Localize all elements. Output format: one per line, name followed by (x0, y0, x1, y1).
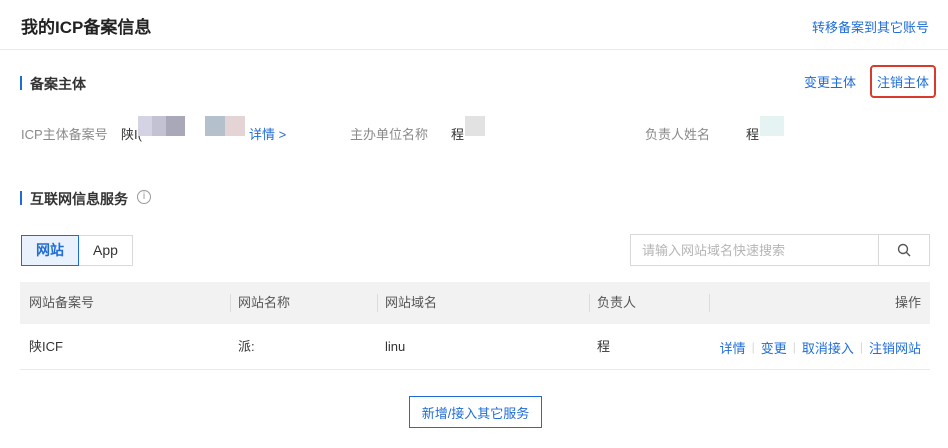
column-divider (377, 294, 378, 312)
transfer-account-link[interactable]: 转移备案到其它账号 (812, 17, 929, 36)
redacted-mosaic (138, 116, 245, 136)
icp-detail-link[interactable]: 详情 > (249, 124, 286, 143)
owner-name-value: 程 (746, 127, 760, 142)
cell-domain: linu (385, 339, 406, 354)
subject-section-title: 备案主体 (20, 74, 86, 94)
info-circle-icon[interactable]: i (137, 190, 151, 204)
services-section-title: 互联网信息服务 (20, 189, 128, 209)
column-divider (230, 294, 231, 312)
col-domain: 网站域名 (385, 295, 438, 310)
col-actions: 操作 (894, 295, 921, 310)
tab-app[interactable]: App (79, 235, 133, 266)
redacted-mosaic (465, 116, 485, 136)
icp-number-label: ICP主体备案号 (21, 127, 108, 142)
column-divider (709, 294, 710, 312)
domain-search-input[interactable] (631, 235, 878, 265)
table-row: 陕ICF 派: linu 程 详情 | 变更 | 取消接入 | 注销网站 (20, 324, 930, 370)
row-detail-link[interactable]: 详情 (720, 338, 746, 357)
cancel-subject-link[interactable]: 注销主体 (869, 64, 936, 98)
owner-name-label: 负责人姓名 (645, 127, 711, 142)
tab-website[interactable]: 网站 (21, 235, 79, 266)
col-owner: 负责人 (597, 295, 637, 310)
action-divider: | (792, 340, 796, 354)
redacted-mosaic (760, 116, 784, 136)
org-name-label: 主办单位名称 (350, 127, 429, 142)
cell-site-name: 派: (238, 339, 255, 354)
service-type-tabs: 网站 App (21, 235, 133, 266)
action-divider: | (751, 340, 755, 354)
table-header: 网站备案号 网站名称 网站域名 负责人 操作 (20, 282, 930, 324)
row-change-link[interactable]: 变更 (761, 338, 787, 357)
search-button[interactable] (878, 235, 929, 265)
col-record-no: 网站备案号 (29, 295, 95, 310)
cell-owner: 程 (597, 339, 611, 354)
row-cancel-access-link[interactable]: 取消接入 (802, 338, 854, 357)
row-actions: 详情 | 变更 | 取消接入 | 注销网站 (720, 324, 921, 370)
change-subject-link[interactable]: 变更主体 (804, 72, 856, 91)
column-divider (589, 294, 590, 312)
page-header: 我的ICP备案信息 转移备案到其它账号 (0, 0, 948, 50)
subject-actions: 变更主体 注销主体 (804, 64, 936, 98)
add-service-button[interactable]: 新增/接入其它服务 (409, 396, 542, 428)
magnifier-icon (897, 243, 911, 257)
row-cancel-site-link[interactable]: 注销网站 (869, 338, 921, 357)
website-table: 网站备案号 网站名称 网站域名 负责人 操作 陕ICF 派: linu 程 详情… (20, 282, 930, 370)
page-title: 我的ICP备案信息 (21, 18, 152, 37)
col-site-name: 网站名称 (238, 295, 291, 310)
action-divider: | (859, 340, 863, 354)
domain-search (630, 234, 930, 266)
cell-record-no: 陕ICF (29, 339, 63, 354)
org-name-value: 程 (451, 127, 465, 142)
